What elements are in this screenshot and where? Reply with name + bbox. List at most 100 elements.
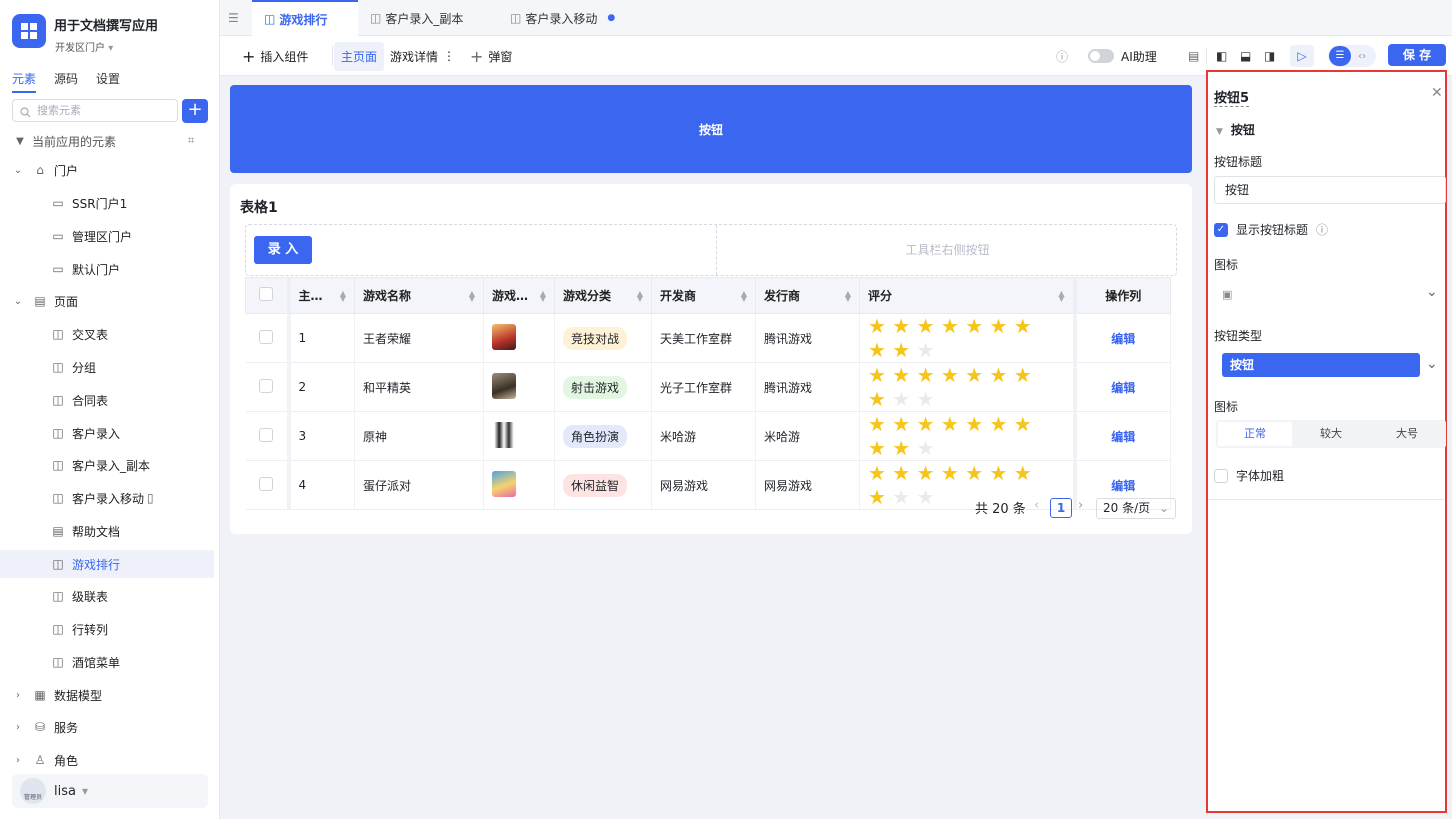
col-publisher[interactable]: 发行商 ▲ ▼ [755, 277, 860, 314]
tree-item-data-model[interactable]: › ▦ 数据模型 [0, 681, 214, 709]
prev-page-icon[interactable]: ‹ [1034, 498, 1039, 513]
add-popup-button[interactable]: + 弹窗 [470, 36, 512, 76]
button-title-input[interactable]: 按钮 [1214, 176, 1446, 204]
select-all-checkbox[interactable] [245, 277, 291, 314]
tree-label: 门户 [54, 163, 79, 178]
code-mode-icon[interactable]: ‹› [1351, 51, 1373, 62]
collapse-all-icon[interactable]: ⌗ [188, 134, 194, 148]
tree-item-page[interactable]: ◫ 客户录入 [0, 419, 214, 447]
preview-icon[interactable]: ▷ [1290, 45, 1314, 67]
chevron-down-icon[interactable]: ⌄ [1426, 356, 1438, 372]
ai-assistant-toggle[interactable]: AI助理 [1088, 36, 1157, 76]
checkbox-box[interactable] [1214, 468, 1228, 483]
edit-link[interactable]: 编辑 [1111, 381, 1135, 395]
tree-item-admin-portal[interactable]: ▭ 管理区门户 [0, 222, 214, 250]
add-element-button[interactable]: + [182, 99, 208, 123]
size-xlarge[interactable]: 大号 [1370, 422, 1444, 446]
tree-item-page[interactable]: ◫ 客户录入移动 ▯ [0, 484, 214, 512]
button-type-select[interactable]: 按钮 [1222, 353, 1420, 377]
tab-game-details[interactable]: 游戏详情 ⋮ [390, 36, 455, 76]
col-label: 游戏名称 [363, 289, 412, 303]
toggle-switch[interactable] [1088, 49, 1114, 63]
avatar: 管理员 [20, 778, 46, 804]
tree-item-page[interactable]: ◫ 客户录入_副本 [0, 451, 214, 479]
tree-item-page[interactable]: ◫ 酒馆菜单 [0, 648, 214, 676]
col-name[interactable]: 游戏名称 ▲ ▼ [354, 277, 484, 314]
check-icon[interactable]: ✓ [1214, 222, 1228, 237]
col-rating[interactable]: 评分 ▲ ▼ [859, 277, 1075, 314]
col-category[interactable]: 游戏分类 ▲ ▼ [554, 277, 652, 314]
tab-settings[interactable]: 设置 [96, 70, 120, 93]
edit-link[interactable]: 编辑 [1111, 430, 1135, 444]
canvas-big-button[interactable]: 按钮 [230, 85, 1192, 173]
bold-checkbox[interactable]: 字体加粗 [1214, 467, 1284, 484]
size-normal[interactable]: 正常 [1218, 422, 1292, 446]
toolbar-label: 插入组件 [260, 49, 309, 64]
sort-icon[interactable]: ▲ ▼ [845, 290, 851, 303]
tree-item-page[interactable]: ◫ 合同表 [0, 386, 214, 414]
help-icon[interactable]: ⓘ [1056, 36, 1068, 76]
sort-icon[interactable]: ▲ ▼ [1058, 290, 1064, 303]
col-icon[interactable]: 游戏… ▲ ▼ [483, 277, 555, 314]
sort-icon[interactable]: ▲ ▼ [340, 290, 346, 303]
next-page-icon[interactable]: › [1078, 498, 1083, 513]
tree-item-services[interactable]: › ⛁ 服务 [0, 713, 214, 741]
tab-elements[interactable]: 元素 [12, 70, 37, 93]
tree-item-page[interactable]: ◫ 级联表 [0, 582, 214, 610]
edit-link[interactable]: 编辑 [1111, 479, 1135, 493]
info-icon[interactable]: ⓘ [1316, 221, 1328, 238]
section-header[interactable]: ▼ 按钮 [1214, 121, 1255, 138]
sort-icon[interactable]: ▲ ▼ [469, 290, 475, 303]
row-checkbox[interactable] [245, 362, 291, 412]
more-icon[interactable]: ⋮ [443, 49, 455, 63]
mode-switch[interactable]: ☰ ‹› [1328, 45, 1376, 67]
row-checkbox[interactable] [245, 411, 291, 461]
layout-icon[interactable]: ▤ [1188, 36, 1199, 76]
show-title-checkbox[interactable]: ✓ 显示按钮标题 ⓘ [1214, 221, 1328, 238]
row-checkbox[interactable] [245, 460, 291, 510]
portal-selector[interactable]: 开发区门户 ▾ [55, 39, 113, 54]
user-menu[interactable]: 管理员 lisa ▾ [12, 774, 208, 808]
close-icon[interactable]: ✕ [1431, 85, 1443, 101]
size-large[interactable]: 较大 [1294, 422, 1368, 446]
tree-item-page[interactable]: ▤ 帮助文档 [0, 517, 214, 545]
sort-icon[interactable]: ▲ ▼ [540, 290, 546, 303]
settings-mode-icon[interactable]: ☰ [1329, 46, 1351, 66]
page-number[interactable]: 1 [1050, 498, 1072, 518]
panel-title[interactable]: 按钮5 [1214, 87, 1250, 107]
save-button[interactable]: 保 存 [1388, 44, 1446, 66]
tree-item-pages[interactable]: ⌄ ▤ 页面 [0, 287, 214, 315]
row-checkbox[interactable] [245, 313, 291, 363]
tree-item-ssr-portal[interactable]: ▭ SSR门户1 [0, 189, 214, 217]
tab-customer-mobile[interactable]: ◫ 客户录入移动 ● [510, 0, 630, 36]
tree-item-page[interactable]: ◫ 交叉表 [0, 320, 214, 348]
collapse-sidebar-icon[interactable]: ☰ [228, 0, 252, 36]
search-input[interactable]: 搜索元素 [12, 99, 178, 122]
col-id[interactable]: 主… ▲ ▼ [288, 277, 355, 314]
sort-icon[interactable]: ▲ ▼ [741, 290, 747, 303]
tab-main-page[interactable]: 主页面 [334, 36, 385, 76]
tree-item-page-active[interactable]: ◫ 游戏排行 [0, 550, 214, 578]
star-icon: ★ [868, 412, 886, 436]
game-icon [492, 421, 516, 448]
page-size-select[interactable]: 20 条/页 ⌄ [1096, 498, 1176, 519]
sort-icon[interactable]: ▲ ▼ [637, 290, 643, 303]
tab-customer-copy[interactable]: ◫ 客户录入_副本 [370, 0, 500, 36]
tab-source[interactable]: 源码 [54, 70, 78, 93]
tree-item-roles[interactable]: › ♙ 角色 [0, 746, 214, 774]
col-developer[interactable]: 开发商 ▲ ▼ [651, 277, 756, 314]
entry-button[interactable]: 录 入 [254, 236, 312, 264]
section-current-elements[interactable]: ▼ 当前应用的元素 ⌗ [0, 127, 214, 155]
cell-rating: ★ ★ ★ ★ ★ ★ ★ ★ ★ ★ [859, 411, 1075, 461]
tree-item-page[interactable]: ◫ 行转列 [0, 615, 214, 643]
divider [332, 46, 333, 66]
edit-link[interactable]: 编辑 [1111, 332, 1135, 346]
cell-category: 射击游戏 [554, 362, 652, 412]
search-icon [20, 104, 31, 125]
tree-item-portal[interactable]: ⌄ ⌂ 门户 [0, 156, 214, 184]
chevron-down-icon[interactable]: ⌄ [1426, 284, 1438, 300]
tab-game-ranking[interactable]: ◫ 游戏排行 [252, 0, 358, 36]
tree-item-page[interactable]: ◫ 分组 [0, 353, 214, 381]
tree-item-default-portal[interactable]: ▭ 默认门户 [0, 255, 214, 283]
insert-component-button[interactable]: + 插入组件 [242, 36, 308, 76]
